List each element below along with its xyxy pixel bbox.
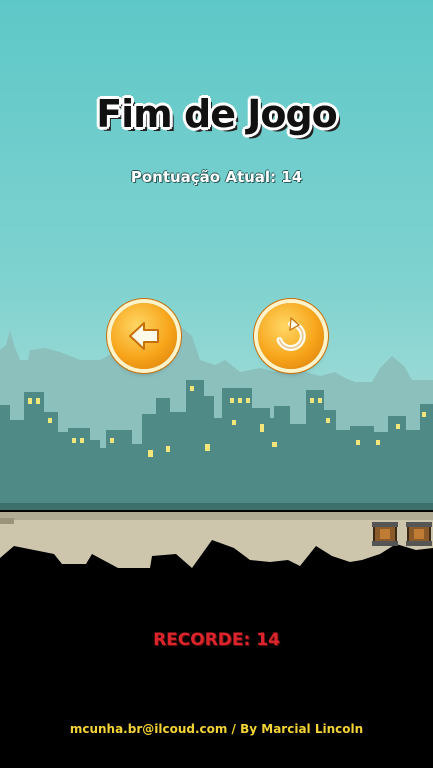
city-background bbox=[0, 0, 433, 515]
credits-separator: / bbox=[227, 722, 241, 736]
restart-icon bbox=[276, 316, 306, 351]
crate-icon bbox=[372, 522, 398, 546]
back-button[interactable] bbox=[111, 303, 177, 369]
restart-button[interactable] bbox=[258, 303, 324, 369]
game-over-screen: Fim de Jogo Pontuação Atual: 14 RECORDE:… bbox=[0, 0, 433, 768]
game-over-title: Fim de Jogo bbox=[96, 92, 338, 136]
arrow-left-icon bbox=[129, 322, 159, 350]
credits-email: mcunha.br@ilcoud.com bbox=[69, 722, 228, 736]
crate-icon bbox=[406, 522, 432, 546]
record-score-label: RECORDE: 14 bbox=[153, 630, 280, 650]
current-score-label: Pontuação Atual: 14 bbox=[130, 168, 303, 186]
credits-author: By Marcial Lincoln bbox=[240, 722, 364, 736]
credits-line: mcunha.br@ilcoud.com / By Marcial Lincol… bbox=[0, 722, 433, 736]
